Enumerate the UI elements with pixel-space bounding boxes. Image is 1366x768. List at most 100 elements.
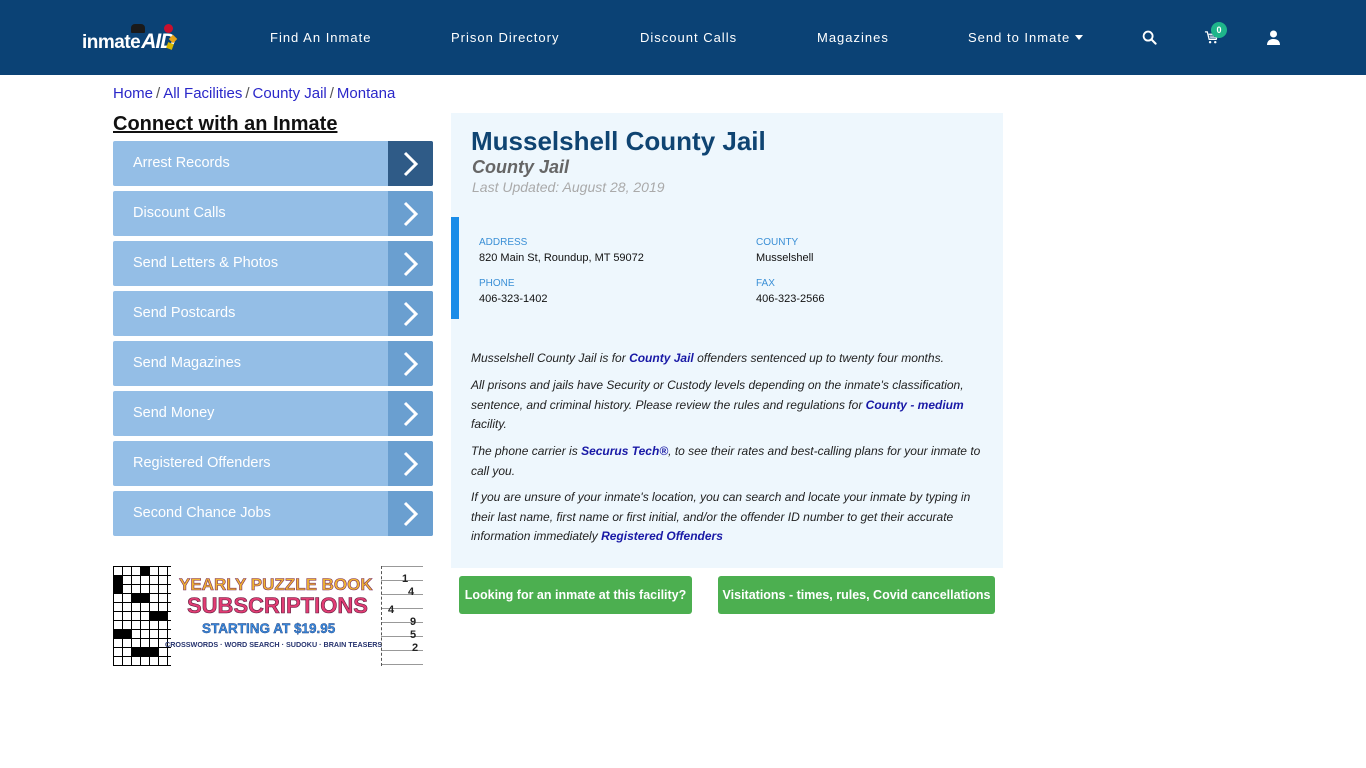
sidebar-item-send-money[interactable]: Send Money	[113, 391, 433, 436]
fax-label: FAX	[756, 278, 775, 289]
crossword-block	[131, 593, 149, 602]
sidebar-item-arrest-records[interactable]: Arrest Records	[113, 141, 433, 186]
sidebar-item-second-chance-jobs[interactable]: Second Chance Jobs	[113, 491, 433, 536]
address-field: ADDRESS 820 Main St, Roundup, MT 59072	[479, 237, 644, 264]
text: facility.	[471, 417, 507, 431]
description-paragraph: All prisons and jails have Security or C…	[471, 376, 991, 435]
sidebar-item-label: Arrest Records	[133, 155, 230, 171]
crossword-grid-graphic	[113, 566, 171, 666]
description-paragraph: If you are unsure of your inmate's locat…	[471, 488, 991, 547]
phone-field: PHONE 406-323-1402	[479, 278, 548, 305]
registered-offenders-link[interactable]: Registered Offenders	[601, 529, 723, 543]
county-label: COUNTY	[756, 237, 799, 248]
breadcrumb-separator: /	[156, 85, 161, 102]
chevron-right-icon	[388, 391, 433, 436]
sidebar-item-label: Send Magazines	[133, 355, 242, 371]
ad-subheadline: SUBSCRIPTIONS	[187, 593, 369, 619]
county-field: COUNTY Musselshell	[756, 237, 813, 264]
nav-find-an-inmate[interactable]: Find An Inmate	[270, 30, 371, 45]
county-value: Musselshell	[756, 252, 814, 264]
visitations-button[interactable]: Visitations - times, rules, Covid cancel…	[718, 576, 995, 614]
breadcrumb-home[interactable]: Home	[113, 85, 153, 102]
puzzle-book-ad-banner[interactable]: YEARLY PUZZLE BOOK SUBSCRIPTIONS STARTIN…	[113, 566, 423, 666]
crossword-block	[149, 611, 167, 620]
search-icon	[1142, 30, 1157, 45]
logo-leaf-icon	[164, 24, 173, 33]
nav-send-to-inmate-label: Send to Inmate	[968, 30, 1071, 45]
phone-value: 406-323-1402	[479, 293, 548, 305]
breadcrumb-all-facilities[interactable]: All Facilities	[163, 85, 242, 102]
description-paragraph: The phone carrier is Securus Tech®, to s…	[471, 442, 991, 481]
search-button[interactable]	[1138, 26, 1160, 48]
nav-discount-calls[interactable]: Discount Calls	[640, 30, 737, 45]
logo-hat-icon	[131, 24, 145, 33]
breadcrumb-county-jail[interactable]: County Jail	[253, 85, 327, 102]
logo-text: inmate	[82, 32, 141, 53]
ad-price: STARTING AT $19.95	[202, 621, 336, 636]
sidebar-menu: Arrest Records Discount Calls Send Lette…	[113, 141, 433, 541]
sudoku-digit: 5	[410, 629, 417, 641]
crossword-block	[131, 647, 158, 656]
phone-label: PHONE	[479, 278, 515, 289]
sidebar-item-label: Second Chance Jobs	[133, 505, 271, 521]
sidebar-item-send-letters-photos[interactable]: Send Letters & Photos	[113, 241, 433, 286]
ad-headline: YEARLY PUZZLE BOOK	[179, 575, 373, 595]
text: offenders sentenced up to twenty four mo…	[693, 351, 944, 365]
chevron-right-icon	[388, 291, 433, 336]
crossword-block	[140, 566, 149, 575]
chevron-right-icon	[388, 441, 433, 486]
breadcrumb-montana[interactable]: Montana	[337, 85, 395, 102]
sidebar-item-label: Registered Offenders	[133, 455, 271, 471]
sidebar-item-label: Send Postcards	[133, 305, 236, 321]
sudoku-digit: 2	[412, 642, 419, 654]
ad-categories: CROSSWORDS · WORD SEARCH · SUDOKU · BRAI…	[165, 640, 383, 649]
last-updated: Last Updated: August 28, 2019	[472, 179, 665, 195]
nav-magazines[interactable]: Magazines	[817, 30, 889, 45]
breadcrumb-separator: /	[245, 85, 250, 102]
site-logo[interactable]: inmate AID	[82, 22, 175, 54]
breadcrumb: Home / All Facilities / County Jail / Montana	[113, 85, 395, 102]
info-accent-bar	[451, 217, 459, 319]
chevron-right-icon	[388, 491, 433, 536]
fax-field: FAX 406-323-2566	[756, 278, 825, 305]
description-paragraph: Musselshell County Jail is for County Ja…	[471, 349, 991, 369]
phone-carrier-link[interactable]: Securus Tech®	[581, 444, 668, 458]
breadcrumb-separator: /	[329, 85, 334, 102]
facility-type: County Jail	[472, 157, 570, 177]
chevron-right-icon	[388, 341, 433, 386]
sidebar-item-discount-calls[interactable]: Discount Calls	[113, 191, 433, 236]
sidebar-item-registered-offenders[interactable]: Registered Offenders	[113, 441, 433, 486]
crossword-block	[113, 629, 131, 638]
chevron-right-icon	[388, 191, 433, 236]
cart-count-badge: 0	[1211, 22, 1227, 38]
county-jail-link[interactable]: County Jail	[629, 351, 694, 365]
facility-name: Musselshell County Jail	[471, 126, 766, 156]
sudoku-grid-graphic: 1 4 4 9 5 2	[381, 566, 423, 666]
user-icon	[1266, 30, 1280, 45]
sidebar-title: Connect with an Inmate	[113, 113, 338, 135]
crossword-block	[113, 575, 122, 593]
address-value: 820 Main St, Roundup, MT 59072	[479, 252, 644, 264]
sudoku-digit: 9	[410, 616, 417, 628]
fax-value: 406-323-2566	[756, 293, 825, 305]
caret-down-icon	[1075, 35, 1084, 40]
nav-send-to-inmate[interactable]: Send to Inmate	[968, 30, 1084, 45]
sidebar-item-label: Send Letters & Photos	[133, 255, 279, 271]
account-button[interactable]	[1262, 26, 1284, 48]
address-label: ADDRESS	[479, 237, 528, 248]
chevron-right-icon	[388, 241, 433, 286]
sudoku-digit: 4	[408, 586, 415, 598]
top-navbar: inmate AID Find An Inmate Prison Director…	[0, 0, 1366, 75]
sudoku-digit: 1	[402, 573, 409, 585]
sudoku-digit: 4	[388, 604, 395, 616]
security-level-link[interactable]: County - medium	[866, 398, 964, 412]
find-inmate-button[interactable]: Looking for an inmate at this facility?	[459, 576, 692, 614]
text: Musselshell County Jail is for	[471, 351, 630, 365]
sidebar-item-label: Discount Calls	[133, 205, 226, 221]
nav-prison-directory[interactable]: Prison Directory	[451, 30, 559, 45]
sidebar-item-send-magazines[interactable]: Send Magazines	[113, 341, 433, 386]
sidebar-item-send-postcards[interactable]: Send Postcards	[113, 291, 433, 336]
text: The phone carrier is	[471, 444, 582, 458]
chevron-right-icon	[388, 141, 433, 186]
sidebar-item-label: Send Money	[133, 405, 215, 421]
